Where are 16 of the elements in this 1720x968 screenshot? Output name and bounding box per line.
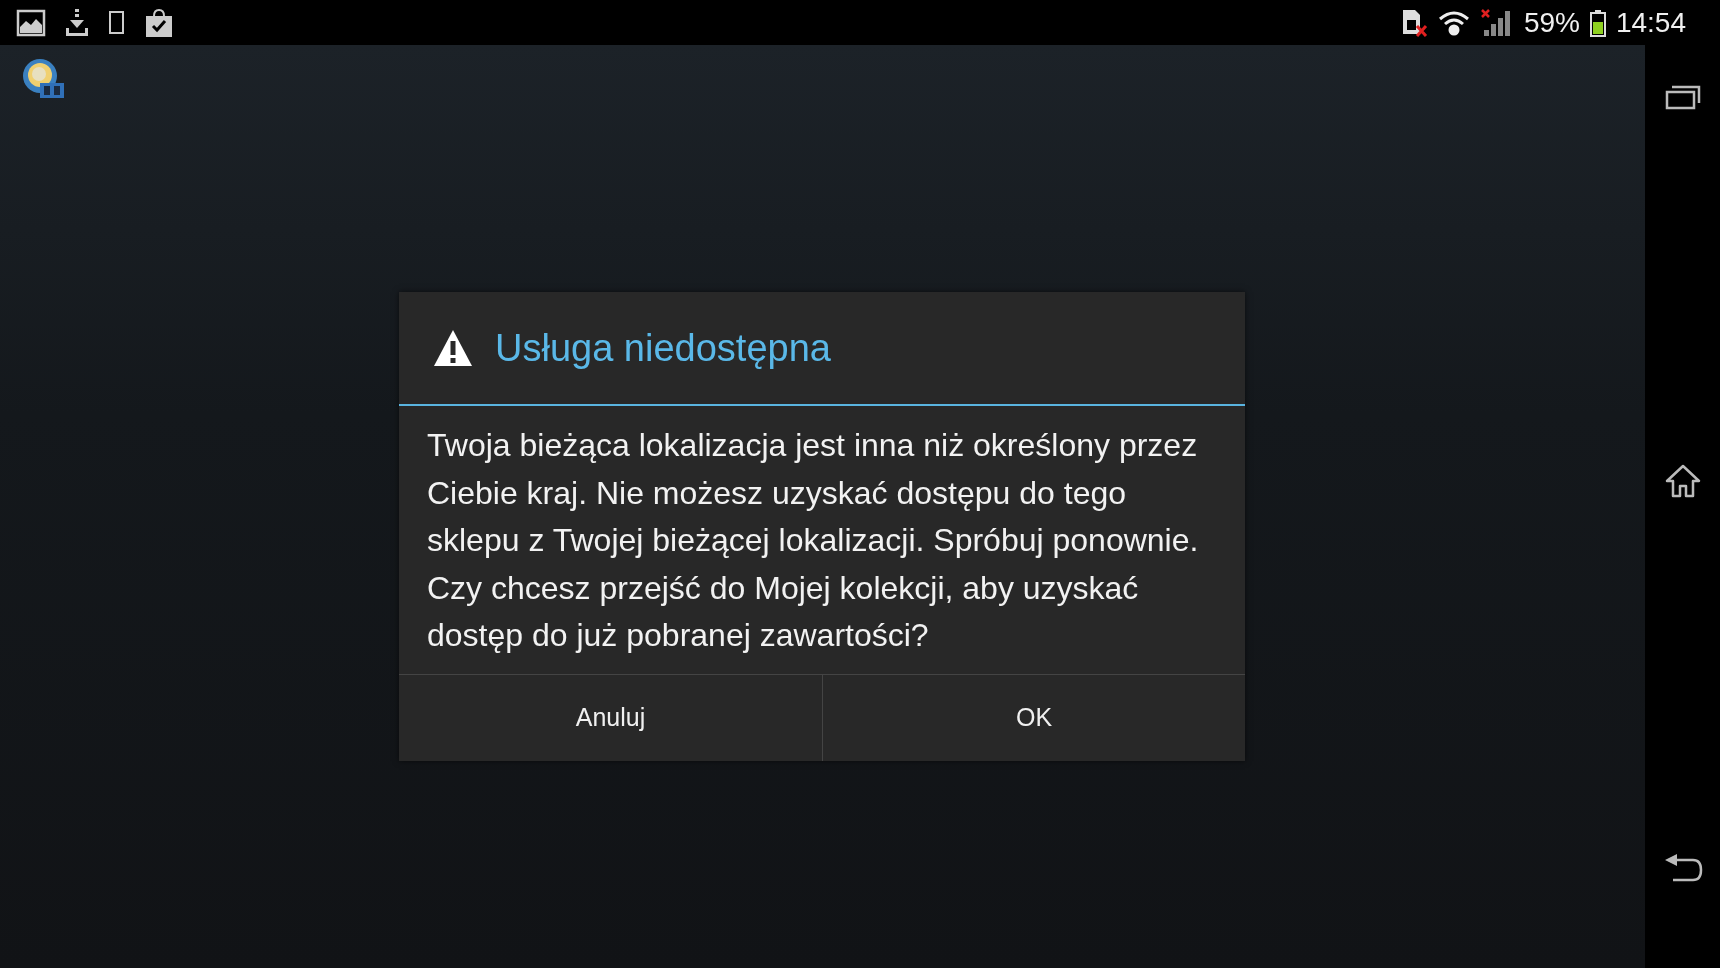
ok-button[interactable]: OK	[822, 674, 1245, 761]
cancel-button[interactable]: Anuluj	[399, 674, 822, 761]
recent-apps-icon	[1664, 84, 1701, 110]
battery-percentage: 59%	[1523, 6, 1580, 39]
home-icon	[1663, 464, 1702, 498]
battery-icon	[1589, 8, 1606, 37]
tablet-icon	[108, 9, 126, 36]
image-icon	[16, 8, 46, 37]
wifi-icon	[1437, 8, 1470, 37]
download-icon	[64, 7, 90, 38]
clock: 14:54	[1615, 6, 1686, 39]
shopping-bag-check-icon	[144, 7, 174, 38]
dialog-message: Twoja bieżąca lokalizacja jest inna niż określony przez Ciebie kraj. Nie możesz uzyskać dostępu do tego sklepu z Twojej bieżącej lokalizacji. Spróbuj ponownie. Czy chcesz przejść do Mojej kolekcji, aby uzyskać dostęp do już pobranej zawartości?	[426, 426, 1200, 655]
dialog-title: Usługa niedostępna	[495, 326, 831, 370]
warning-icon	[433, 329, 473, 367]
app-logo-icon	[20, 57, 66, 101]
